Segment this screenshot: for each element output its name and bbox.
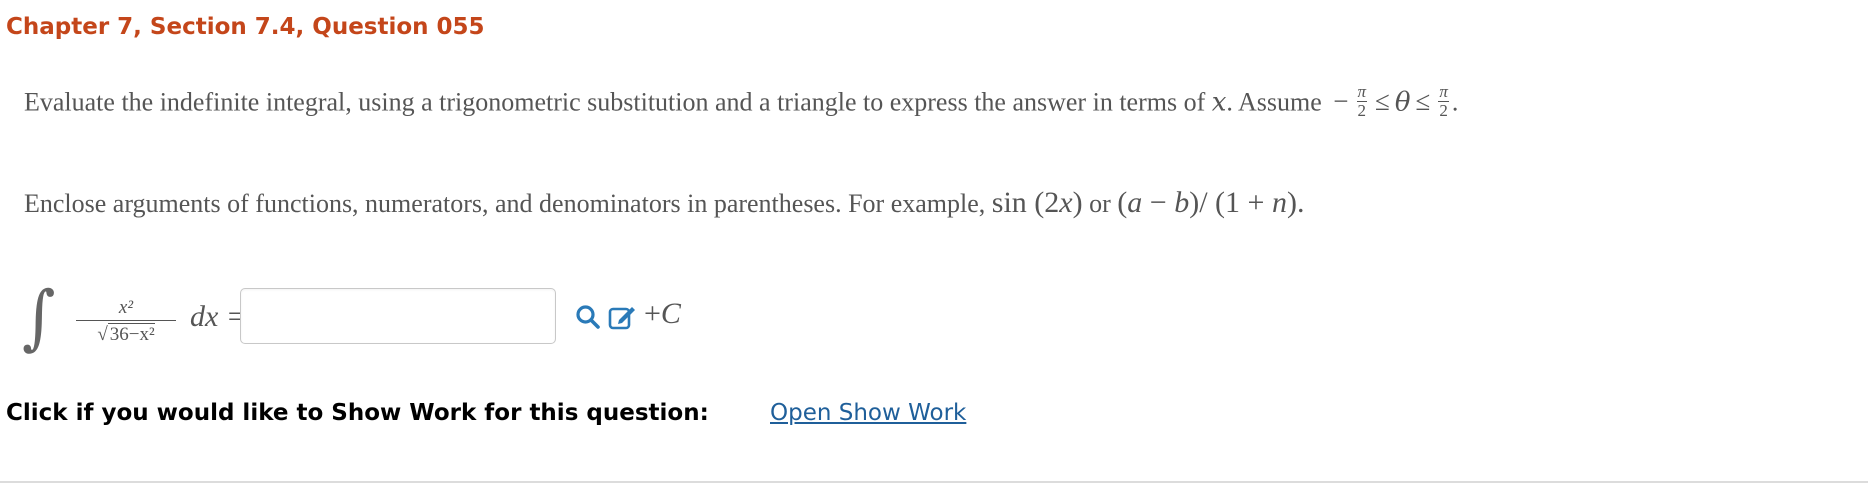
assume-label: . Assume <box>1226 87 1322 117</box>
instruction-body: Evaluate the indefinite integral, using … <box>24 87 1206 117</box>
question-title: Chapter 7, Section 7.4, Question 055 <box>6 14 485 40</box>
sin-example: sin (2x) <box>991 186 1083 219</box>
answer-input[interactable] <box>240 288 556 344</box>
integrand-numerator: x² <box>118 297 134 318</box>
theta-symbol: θ <box>1394 87 1411 118</box>
show-work-label: Click if you would like to Show Work for… <box>6 400 709 426</box>
integrand-denominator: √ 36−x² <box>70 321 182 347</box>
plus-constant: +C <box>644 297 681 330</box>
integrand-fraction: x² √ 36−x² <box>70 296 182 347</box>
search-icon[interactable] <box>574 303 602 331</box>
integral-sign: ∫ <box>22 277 56 359</box>
radical-sign: √ <box>97 324 108 345</box>
radicand: 36−x² <box>107 323 155 345</box>
edit-icon[interactable] <box>608 303 636 331</box>
fraction-example: (a − b)/ (1 + n). <box>1117 186 1305 219</box>
neg-pi-over-2: π2 <box>1356 82 1368 120</box>
instruction-text: Evaluate the indefinite integral, using … <box>24 82 1459 123</box>
pi-over-2: π2 <box>1438 82 1449 120</box>
bottom-divider <box>0 481 1868 483</box>
format-hint: Enclose arguments of functions, numerato… <box>24 186 1304 220</box>
le-sign-2: ≤ <box>1415 86 1431 117</box>
instruction-period: . <box>1451 87 1459 117</box>
le-sign: ≤ <box>1375 86 1390 117</box>
dx-equals: dx = <box>190 300 247 333</box>
minus-sign: − <box>1333 86 1349 117</box>
open-show-work-link[interactable]: Open Show Work <box>770 400 966 426</box>
variable-x: x <box>1211 87 1227 118</box>
or-word: or <box>1089 189 1111 218</box>
format-hint-text: Enclose arguments of functions, numerato… <box>24 189 986 218</box>
